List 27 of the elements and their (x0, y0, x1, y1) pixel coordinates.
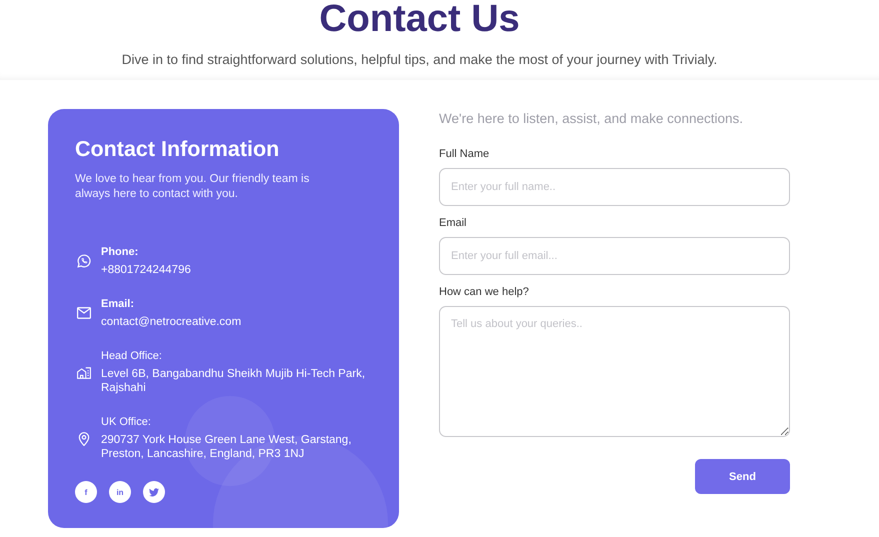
contact-label: UK Office: (101, 415, 152, 429)
contact-value: +8801724244796 (101, 263, 192, 277)
whatsapp-icon (76, 254, 90, 268)
field-label: Full Name (439, 148, 490, 160)
field-label: Email (439, 217, 468, 229)
message-field[interactable]: Tell us about your queries.. (439, 306, 790, 437)
page-subtitle: Dive in to find straightforward solutions, helpful tips, and make the most of your journey with Trivialy. (122, 52, 718, 67)
location-pin-icon (78, 430, 90, 446)
contact-value: contact@netrocreative.com (101, 315, 242, 329)
linkedin-link[interactable]: in (109, 481, 131, 503)
contact-label: Phone: (101, 245, 140, 259)
form-intro: We're here to listen, assist, and make connections. (439, 111, 744, 126)
card-description: We love to hear from you. Our friendly team is always here to contact with you. (75, 172, 310, 202)
input-field[interactable]: Enter your full email... (439, 237, 790, 275)
contact-label: Email: (101, 297, 136, 311)
input-field[interactable]: Enter your full name.. (439, 168, 790, 206)
send-button[interactable]: Send (695, 459, 790, 494)
field-label: How can we help? (439, 286, 530, 298)
card-title: Contact Information (75, 137, 280, 162)
contact-label: Head Office: (101, 349, 163, 363)
building-icon (76, 366, 90, 378)
contact-value: 290737 York House Green Lane West, Garstang, Preston, Lancashire, England, PR3 1NJ (101, 433, 352, 461)
contact-value: Level 6B, Bangabandhu Sheikh Mujib Hi-Tech Park, Rajshahi (101, 367, 366, 395)
bird-icon[interactable] (143, 481, 165, 503)
envelope-icon (76, 307, 90, 319)
facebook-link[interactable]: f (75, 481, 97, 503)
page-title: Contact Us (319, 0, 520, 38)
